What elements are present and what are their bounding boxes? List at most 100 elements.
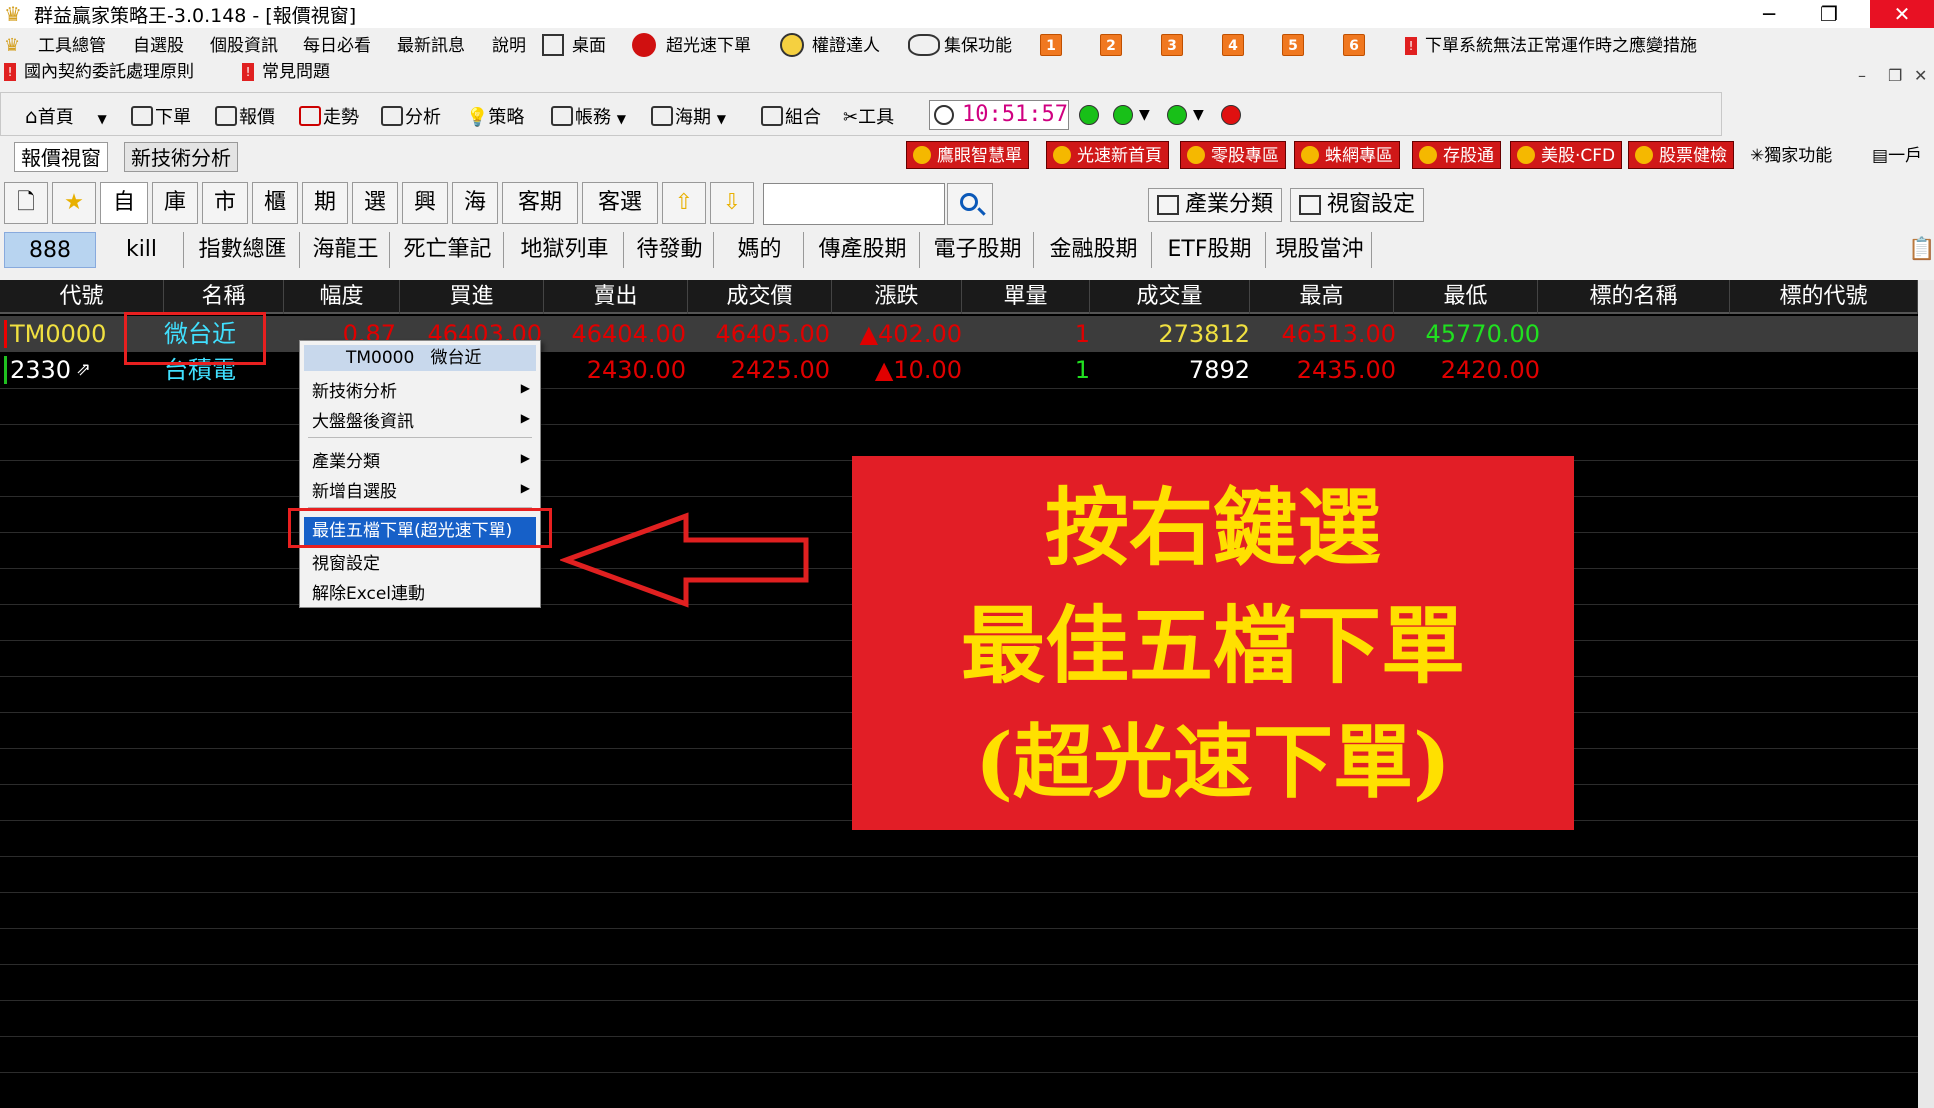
context-item-window-settings[interactable]: 視窗設定: [312, 549, 380, 574]
category-options[interactable]: 選: [352, 182, 398, 224]
close-button[interactable]: ✕: [1870, 0, 1934, 28]
toolbar-account[interactable]: 帳務 ▼: [551, 103, 626, 129]
table-row[interactable]: 2330 ⇗ 台積電 2430.00 2425.00 ▲10.00 1 7892…: [0, 352, 1918, 388]
industry-category-button[interactable]: 產業分類: [1148, 188, 1283, 222]
promo-lightspeed-home[interactable]: 光速新首頁: [1046, 141, 1169, 169]
menu-item-desktop[interactable]: 桌面: [572, 36, 606, 56]
quick-button-3[interactable]: 3: [1161, 34, 1183, 56]
header-ask[interactable]: 賣出: [544, 280, 688, 314]
mdi-minimize-button[interactable]: –: [1858, 66, 1866, 85]
group-tab-daytrade[interactable]: 現股當沖: [1268, 232, 1372, 268]
quick-button-2[interactable]: 2: [1100, 34, 1122, 56]
single-account[interactable]: ▤一戶: [1872, 142, 1922, 170]
category-overseas[interactable]: 海: [452, 182, 498, 224]
window-settings-button[interactable]: 視窗設定: [1290, 188, 1425, 222]
menu-item-help[interactable]: 說明: [492, 36, 526, 56]
quick-button-1[interactable]: 1: [1040, 34, 1062, 56]
group-tab-sea-dragon[interactable]: 海龍王: [302, 232, 390, 268]
toolbar-overseas-futures[interactable]: 海期 ▼: [651, 103, 726, 129]
header-code[interactable]: 代號: [0, 280, 164, 314]
header-low[interactable]: 最低: [1394, 280, 1538, 314]
menu-item-tdcc[interactable]: 集保功能: [944, 36, 1012, 56]
mdi-close-button[interactable]: ✕: [1914, 66, 1927, 85]
header-last[interactable]: 成交價: [688, 280, 832, 314]
promo-odd-lot[interactable]: 零股專區: [1180, 141, 1286, 169]
group-tab-etf-futures[interactable]: ETF股期: [1154, 232, 1266, 268]
quick-button-4[interactable]: 4: [1222, 34, 1244, 56]
group-tab-mada[interactable]: 媽的: [716, 232, 804, 268]
group-tab-electronics-futures[interactable]: 電子股期: [922, 232, 1034, 268]
favorite-button[interactable]: ★: [52, 182, 96, 224]
header-name[interactable]: 名稱: [164, 280, 284, 314]
group-tab-kill[interactable]: kill: [100, 232, 184, 268]
category-inventory[interactable]: 庫: [152, 182, 198, 224]
header-high[interactable]: 最高: [1250, 280, 1394, 314]
tab-new-tech-analysis[interactable]: 新技術分析: [124, 142, 238, 172]
vertical-scrollbar[interactable]: [1918, 280, 1934, 1108]
context-item-market-info[interactable]: 大盤盤後資訊: [312, 407, 414, 432]
search-input[interactable]: [763, 183, 945, 225]
menu-item-lightspeed-order[interactable]: 超光速下單: [666, 36, 751, 56]
category-emerging[interactable]: 興: [402, 182, 448, 224]
promo-spider-web[interactable]: 蛛網專區: [1294, 141, 1400, 169]
header-underlying-code[interactable]: 標的代號: [1730, 280, 1918, 314]
header-volume[interactable]: 單量: [962, 280, 1090, 314]
group-tab-index[interactable]: 指數總匯: [186, 232, 300, 268]
table-row[interactable]: TM0000 微台近 0.87 46403.00 46404.00 46405.…: [0, 316, 1918, 352]
new-page-button[interactable]: 🗋: [4, 182, 48, 224]
search-button[interactable]: [947, 183, 993, 225]
menu-item-warrant[interactable]: 權證達人: [812, 36, 880, 56]
menu-item-daily[interactable]: 每日必看: [303, 36, 371, 56]
tab-quote-window[interactable]: 報價視窗: [14, 142, 108, 172]
toolbar-order[interactable]: 下單: [131, 103, 191, 129]
context-item-new-tech-analysis[interactable]: 新技術分析: [312, 377, 397, 402]
category-self[interactable]: 自: [100, 182, 148, 224]
toolbar-home[interactable]: ⌂首頁 ▼: [25, 103, 107, 129]
menu-item-faq[interactable]: ! 常見問題: [242, 62, 330, 82]
menu-item-watchlist[interactable]: 自選股: [133, 36, 184, 56]
category-custom-options[interactable]: 客選: [582, 182, 658, 224]
header-change[interactable]: 漲跌: [832, 280, 962, 314]
exclusive-features[interactable]: ✳獨家功能: [1750, 142, 1832, 170]
toolbar-strategy[interactable]: 💡策略: [466, 103, 524, 129]
group-tab-finance-futures[interactable]: 金融股期: [1036, 232, 1152, 268]
promo-eagle-eye[interactable]: 鷹眼智慧單: [906, 141, 1029, 169]
group-tab-pending[interactable]: 待發動: [626, 232, 714, 268]
category-otc[interactable]: 櫃: [252, 182, 298, 224]
move-down-button[interactable]: ⇩: [710, 182, 754, 224]
toolbar-trend[interactable]: 走勢: [299, 103, 359, 129]
promo-stock-checkup[interactable]: 股票健檢: [1628, 141, 1734, 169]
header-range[interactable]: 幅度: [284, 280, 400, 314]
category-futures[interactable]: 期: [302, 182, 348, 224]
context-item-industry[interactable]: 產業分類: [312, 447, 380, 472]
restore-button[interactable]: ❐: [1800, 0, 1858, 28]
group-tab-traditional-futures[interactable]: 傳產股期: [806, 232, 920, 268]
menu-item-contingency[interactable]: ! 下單系統無法正常運作時之應變措施: [1405, 36, 1697, 56]
menu-item-stock-info[interactable]: 個股資訊: [210, 36, 278, 56]
toolbar-analysis[interactable]: 分析: [381, 103, 441, 129]
chevron-down-icon[interactable]: ▼: [1139, 107, 1150, 123]
chevron-down-icon[interactable]: ▼: [1193, 107, 1204, 123]
move-up-button[interactable]: ⇧: [662, 182, 706, 224]
group-tab-hell-train[interactable]: 地獄列車: [506, 232, 624, 268]
promo-stock-saving[interactable]: 存股通: [1412, 141, 1501, 169]
menu-item-order-rules[interactable]: ! 國內契約委託處理原則: [4, 62, 194, 82]
toolbar-quote[interactable]: 報價: [215, 103, 275, 129]
group-tab-death-note[interactable]: 死亡筆記: [392, 232, 504, 268]
mdi-restore-button[interactable]: ❐: [1888, 66, 1902, 85]
context-item-add-watchlist[interactable]: 新增自選股: [312, 477, 397, 502]
toolbar-tools[interactable]: ✂工具: [843, 103, 894, 129]
menu-item-news[interactable]: 最新訊息: [397, 36, 465, 56]
group-tab-888[interactable]: 888: [4, 232, 96, 268]
quick-button-5[interactable]: 5: [1282, 34, 1304, 56]
minimize-button[interactable]: ─: [1740, 0, 1798, 28]
category-listed[interactable]: 市: [202, 182, 248, 224]
header-underlying-name[interactable]: 標的名稱: [1538, 280, 1730, 314]
menu-item-tools[interactable]: 工具總管: [38, 36, 106, 56]
category-custom-futures[interactable]: 客期: [502, 182, 578, 224]
clipboard-icon[interactable]: 📋: [1908, 232, 1934, 268]
context-item-unlink-excel[interactable]: 解除Excel連動: [312, 579, 425, 604]
header-total-volume[interactable]: 成交量: [1090, 280, 1250, 314]
toolbar-combo[interactable]: 組合: [761, 103, 821, 129]
promo-us-stocks[interactable]: 美股‧CFD: [1510, 141, 1623, 169]
